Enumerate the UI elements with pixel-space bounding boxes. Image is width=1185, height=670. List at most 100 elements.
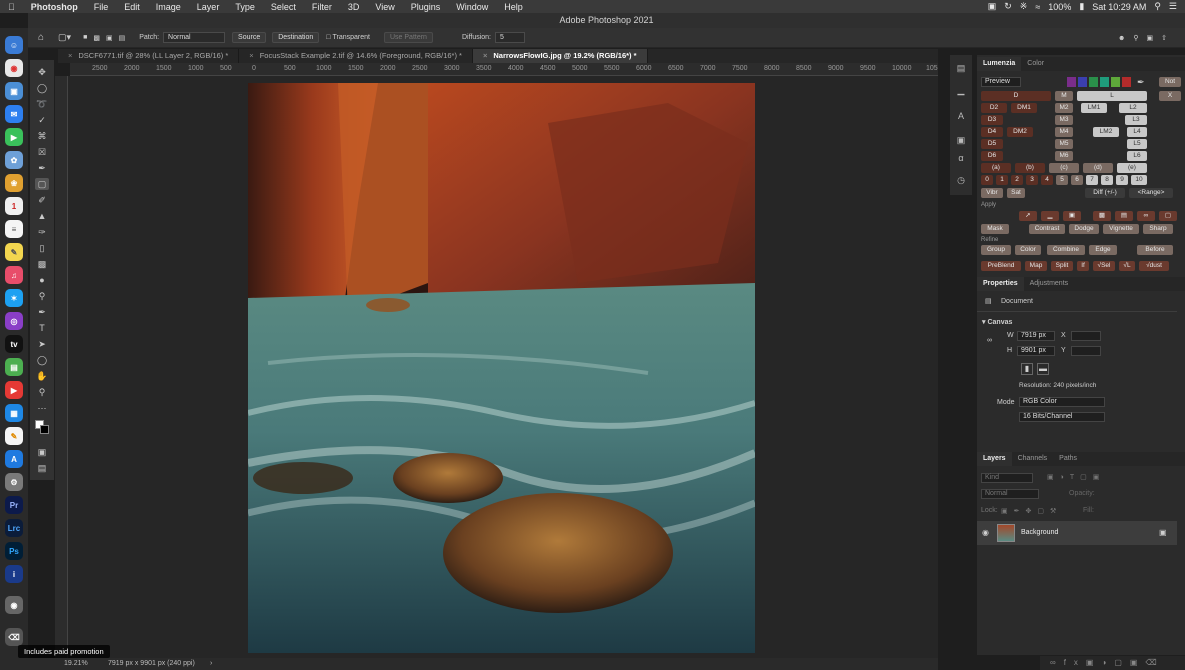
reminders-icon[interactable]: ≡	[5, 220, 23, 238]
apple-icon[interactable]: 	[0, 2, 23, 12]
clock-panel-icon[interactable]: ◷	[954, 175, 968, 187]
wifi-icon[interactable]: ≈	[1035, 2, 1040, 12]
refresh-icon[interactable]: ↻	[1004, 1, 1012, 12]
zoom-level[interactable]: 19.21%	[64, 658, 88, 670]
range-button[interactable]: <Range>	[1129, 188, 1173, 198]
num-8[interactable]: 8	[1101, 175, 1113, 185]
eye-visibility-icon[interactable]: ◉	[982, 528, 989, 537]
lasso-tool-icon[interactable]: ➰	[35, 98, 49, 110]
ellipse-tool-icon[interactable]: ◯	[35, 354, 49, 366]
num-5[interactable]: 5	[1056, 175, 1068, 185]
menu-file[interactable]: File	[86, 2, 117, 12]
mask-button[interactable]: Mask	[981, 224, 1009, 234]
zone-b[interactable]: (b)	[1015, 163, 1045, 173]
youtube-icon[interactable]: ▶	[5, 381, 23, 399]
photoshop-icon[interactable]: Ps	[5, 542, 23, 560]
color-swatches-icon[interactable]	[35, 420, 51, 434]
layer-filter-icons[interactable]: ▣◑T▢▣	[1047, 473, 1105, 481]
zone-d[interactable]: (d)	[1083, 163, 1113, 173]
dodge-tool-icon[interactable]: ⚲	[35, 290, 49, 302]
history-brush-tool-icon[interactable]: ✑	[35, 226, 49, 238]
music-icon[interactable]: ♫	[5, 266, 23, 284]
swatch-teal[interactable]	[1100, 77, 1109, 87]
btn-l2[interactable]: L2	[1119, 103, 1147, 113]
group-icon[interactable]: ▤	[1115, 211, 1133, 221]
transparent-checkbox[interactable]: □	[326, 34, 330, 41]
map-button[interactable]: Map	[1025, 261, 1047, 271]
btn-m4[interactable]: M4	[1055, 127, 1073, 137]
quick-mask-icon[interactable]: ▣	[35, 446, 49, 458]
patch-mode-select[interactable]: Normal	[163, 32, 226, 43]
curves-icon[interactable]: ➚	[1019, 211, 1037, 221]
pen-tool-icon[interactable]: ✒	[35, 306, 49, 318]
menu-plugins[interactable]: Plugins	[403, 2, 449, 12]
menu-type[interactable]: Type	[227, 2, 263, 12]
menu-help[interactable]: Help	[496, 2, 531, 12]
not-button[interactable]: Not	[1159, 77, 1181, 87]
menu-select[interactable]: Select	[263, 2, 304, 12]
canvas-section[interactable]: ▾ Canvas	[982, 318, 1012, 326]
messages-icon[interactable]: ✉	[5, 105, 23, 123]
system-preferences-icon[interactable]: ⚙	[5, 473, 23, 491]
app-store-icon[interactable]: A	[5, 450, 23, 468]
swatch-lime[interactable]	[1111, 77, 1120, 87]
twitter-icon[interactable]: ✶	[5, 289, 23, 307]
height-field[interactable]: 9901 px	[1017, 346, 1055, 356]
num-4[interactable]: 4	[1041, 175, 1053, 185]
history-panel-icon[interactable]: ▤	[954, 63, 968, 75]
source-button[interactable]: Source	[232, 32, 267, 43]
camera-icon[interactable]: ▣	[988, 1, 997, 12]
num-6[interactable]: 6	[1071, 175, 1083, 185]
bit-depth-select[interactable]: 16 Bits/Channel	[1019, 412, 1105, 422]
zone-a[interactable]: (a)	[981, 163, 1011, 173]
quick-select-tool-icon[interactable]: ✓	[35, 114, 49, 126]
tab-color[interactable]: Color	[1021, 57, 1050, 71]
more-tools-icon[interactable]: ⋯	[35, 402, 49, 414]
screen-mode-icon[interactable]: ▤	[35, 462, 49, 474]
menu-app-name[interactable]: Photoshop	[23, 2, 86, 12]
btn-m2[interactable]: M2	[1055, 103, 1073, 113]
btn-d3[interactable]: D3	[981, 115, 1003, 125]
podcasts-icon[interactable]: ◎	[5, 312, 23, 330]
zone-e[interactable]: (e)	[1117, 163, 1147, 173]
close-tab-icon[interactable]: ×	[249, 51, 253, 60]
group-button[interactable]: Group	[981, 245, 1011, 255]
tab-channels[interactable]: Channels	[1012, 452, 1054, 466]
keynote-icon[interactable]: ▦	[5, 404, 23, 422]
chrome-icon[interactable]: ◉	[5, 59, 23, 77]
close-tab-icon[interactable]: ×	[483, 51, 487, 60]
swatch-green[interactable]	[1089, 77, 1098, 87]
btn-l3[interactable]: L3	[1125, 115, 1147, 125]
btn-m[interactable]: M	[1055, 91, 1073, 101]
landscape-icon[interactable]: ▬	[1037, 363, 1049, 375]
tab-properties[interactable]: Properties	[977, 277, 1024, 291]
spotlight-search-icon[interactable]: ⚲	[1154, 1, 1161, 12]
tab-lumenzia[interactable]: Lumenzia	[977, 57, 1022, 71]
workspace-icons[interactable]: ☻⚲▣⇧	[1118, 34, 1175, 42]
menu-window[interactable]: Window	[448, 2, 496, 12]
vsel-button[interactable]: √Sel	[1093, 261, 1115, 271]
tab-focusstack[interactable]: × FocusStack Example 2.tif @ 14.6% (Foreg…	[239, 49, 473, 63]
vibr-button[interactable]: Vibr	[981, 188, 1003, 198]
tab-layers[interactable]: Layers	[977, 452, 1012, 466]
if-button[interactable]: If	[1077, 261, 1089, 271]
zone-c[interactable]: (c)	[1049, 163, 1079, 173]
selection-add-icon[interactable]: ▩	[93, 34, 100, 42]
menu-image[interactable]: Image	[148, 2, 189, 12]
combine-button[interactable]: Combine	[1047, 245, 1085, 255]
menu-3d[interactable]: 3D	[340, 2, 368, 12]
sat-button[interactable]: Sat	[1007, 188, 1025, 198]
character-panel-icon[interactable]: A	[954, 111, 968, 123]
btn-d5[interactable]: D5	[981, 139, 1003, 149]
preblend-button[interactable]: PreBlend	[981, 261, 1021, 271]
btn-l6[interactable]: L6	[1127, 151, 1147, 161]
link-icon[interactable]: ∞	[1137, 211, 1155, 221]
marquee-tool-icon[interactable]: ◯	[35, 82, 49, 94]
bluetooth-icon[interactable]: ※	[1020, 1, 1028, 12]
num-1[interactable]: 1	[996, 175, 1008, 185]
btn-l[interactable]: L	[1077, 91, 1147, 101]
numbers-icon[interactable]: ▤	[5, 358, 23, 376]
gradient-tool-icon[interactable]: ▩	[35, 258, 49, 270]
diffusion-select[interactable]: 5	[495, 32, 526, 43]
color-button[interactable]: Color	[1015, 245, 1041, 255]
